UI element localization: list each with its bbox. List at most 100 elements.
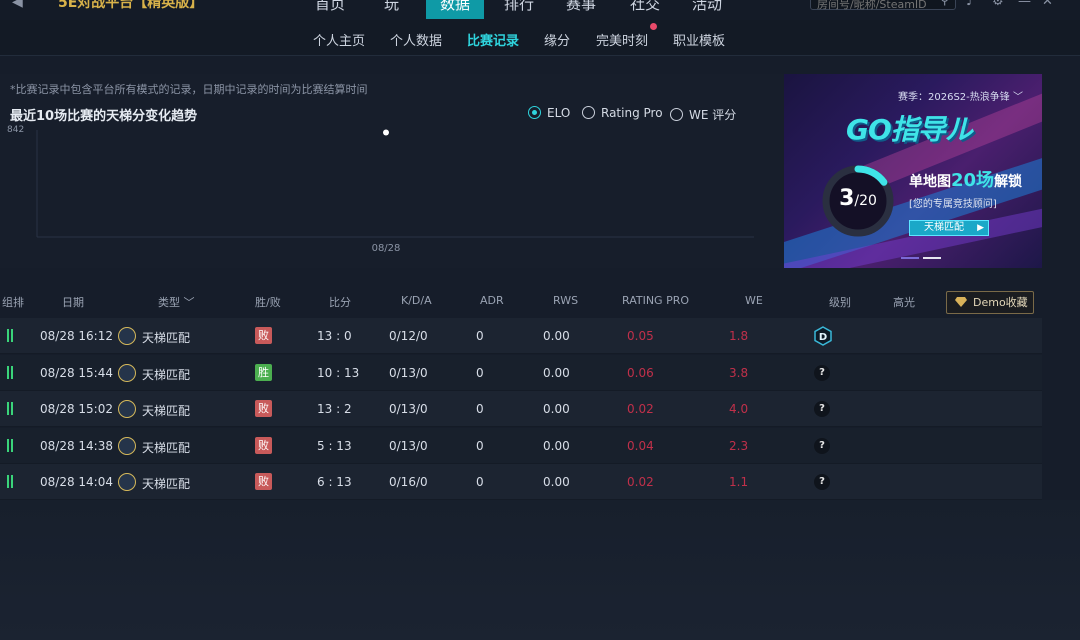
play-icon: ▶ <box>977 223 984 233</box>
nav-tab-home[interactable]: 首页 <box>315 0 345 14</box>
col-group: 组排 <box>2 296 24 309</box>
subtab-pro-templates[interactable]: 职业模板 <box>673 30 725 49</box>
table-row[interactable]: 08/28 16:12 天梯匹配 败 13 : 0 0/12/0 0 0.00 0.05 1.8… <box>0 318 1042 354</box>
adr-value: 0 <box>476 475 484 489</box>
pager-dot[interactable] <box>923 257 941 259</box>
radio-selected-icon[interactable] <box>528 106 541 119</box>
result-badge: 败 <box>255 436 272 454</box>
advisor-text: [您的专属竞技顾问] <box>909 199 997 210</box>
match-score: 6 : 13 <box>317 475 352 489</box>
search-box[interactable]: ⚲ <box>810 0 956 11</box>
rating-pro-value: 0.04 <box>627 438 654 453</box>
option-rating-pro[interactable]: Rating Pro <box>582 106 663 120</box>
nav-tab-rank[interactable]: 排行 <box>504 0 534 14</box>
we-value: 1.1 <box>729 475 749 489</box>
match-score: 5 : 13 <box>317 438 352 453</box>
group-indicator-icon <box>7 365 14 379</box>
notification-icon[interactable]: ♪ <box>966 0 974 9</box>
rws-value: 0.00 <box>543 475 570 489</box>
we-value: 1.8 <box>729 329 749 343</box>
match-score: 13 : 0 <box>317 329 352 343</box>
nav-tab-data[interactable]: 数据 <box>426 0 485 19</box>
col-result: 胜/败 <box>255 296 281 309</box>
rws-value: 0.00 <box>543 329 570 343</box>
kda-value: 0/13/0 <box>389 365 428 380</box>
subtab-match-history[interactable]: 比赛记录 <box>467 30 519 49</box>
col-we: WE <box>745 294 763 307</box>
col-type[interactable]: 类型 ﹀ <box>158 294 195 310</box>
adr-value: 0 <box>476 329 484 343</box>
match-date: 08/28 16:12 <box>40 329 113 343</box>
match-mode-icon <box>118 400 136 418</box>
col-score: 比分 <box>329 296 351 309</box>
table-header: 组排 日期 类型 ﹀ 胜/败 比分 K/D/A ADR RWS RATING P… <box>0 282 1042 318</box>
banner-pager[interactable] <box>901 257 941 259</box>
elo-trend-chart: 842 08/28 <box>7 125 754 254</box>
group-indicator-icon <box>7 438 14 452</box>
kda-value: 0/13/0 <box>389 438 428 453</box>
records-note: *比赛记录中包含平台所有模式的记录，日期中记录的时间为比赛结算时间 <box>10 83 368 96</box>
col-rating-pro: RATING PRO <box>622 294 690 307</box>
adr-value: 0 <box>476 365 484 380</box>
match-mode-icon <box>118 327 136 345</box>
sub-nav: 个人主页 个人数据 比赛记录 缘分 完美时刻 职业模板 <box>0 20 1080 56</box>
search-input[interactable] <box>811 0 929 11</box>
subtab-profile[interactable]: 个人主页 <box>313 30 365 49</box>
match-type: 天梯匹配 <box>142 477 191 491</box>
match-mode-icon <box>118 436 136 455</box>
subtab-perfect-moments[interactable]: 完美时刻 <box>596 30 648 49</box>
rws-value: 0.00 <box>543 402 570 416</box>
pager-dot[interactable] <box>901 257 919 259</box>
chevron-down-icon: ﹀ <box>1012 92 1023 103</box>
search-icon[interactable]: ⚲ <box>940 0 949 7</box>
group-indicator-icon <box>7 329 14 342</box>
demo-favorites-button[interactable]: Demo收藏 <box>946 291 1034 314</box>
subtab-affinity[interactable]: 缘分 <box>544 30 570 49</box>
settings-icon[interactable]: ⚙ <box>992 0 1004 9</box>
back-icon[interactable]: ◀ <box>12 0 23 10</box>
nav-tab-events[interactable]: 赛事 <box>566 0 596 14</box>
ladder-match-button[interactable]: 天梯匹配 ▶ <box>909 220 989 236</box>
table-row[interactable]: 08/28 15:44 天梯匹配 胜 10 : 13 0/13/0 0 0.00 0.06 3.… <box>0 354 1042 391</box>
rating-pro-value: 0.05 <box>627 329 654 343</box>
rating-pro-value: 0.06 <box>627 365 654 380</box>
table-row[interactable]: 08/28 14:04 天梯匹配 败 6 : 13 0/16/0 0 0.00 0.02 1.1… <box>0 464 1042 500</box>
result-badge: 败 <box>255 327 272 344</box>
season-selector[interactable]: 赛季：2026S2-热浪争锋 ﹀ <box>898 88 1023 103</box>
kda-value: 0/12/0 <box>389 329 428 343</box>
nav-tab-social[interactable]: 社交 <box>630 0 660 14</box>
match-mode-icon <box>118 363 136 382</box>
rating-pro-value: 0.02 <box>627 402 654 416</box>
diamond-icon <box>955 297 967 307</box>
level-unknown-icon: ? <box>814 437 830 454</box>
notification-dot <box>650 23 657 30</box>
match-type: 天梯匹配 <box>142 331 191 345</box>
table-row[interactable]: 08/28 14:38 天梯匹配 败 5 : 13 0/13/0 0 0.00 0.04 2.3… <box>0 427 1042 464</box>
level-d-icon: D <box>814 326 832 346</box>
close-icon[interactable]: ✕ <box>1042 0 1053 9</box>
level-unknown-icon: ? <box>814 364 830 381</box>
group-indicator-icon <box>7 475 14 488</box>
option-elo[interactable]: ELO <box>528 106 570 120</box>
svg-text:D: D <box>819 332 827 343</box>
radio-icon[interactable] <box>582 106 595 119</box>
match-date: 08/28 14:04 <box>40 475 113 489</box>
progress-count: 3/20 <box>839 186 877 211</box>
page-background <box>0 500 1080 640</box>
match-type: 天梯匹配 <box>142 440 191 455</box>
data-point <box>383 129 389 136</box>
nav-tab-play[interactable]: 玩 <box>384 0 399 14</box>
kda-value: 0/16/0 <box>389 475 428 489</box>
nav-tab-activity[interactable]: 活动 <box>692 0 722 14</box>
kda-value: 0/13/0 <box>389 402 428 416</box>
adr-value: 0 <box>476 402 484 416</box>
unlock-text: 单地图20场解锁 <box>909 170 1023 191</box>
group-indicator-icon <box>7 402 14 415</box>
match-score: 13 : 2 <box>317 402 352 416</box>
level-unknown-icon: ? <box>814 401 830 417</box>
match-type: 天梯匹配 <box>142 404 191 418</box>
table-row[interactable]: 08/28 15:02 天梯匹配 败 13 : 2 0/13/0 0 0.00 0.02 4.0… <box>0 391 1042 427</box>
subtab-personal-data[interactable]: 个人数据 <box>390 30 442 49</box>
minimize-icon[interactable]: — <box>1018 0 1031 9</box>
match-type: 天梯匹配 <box>142 367 191 382</box>
